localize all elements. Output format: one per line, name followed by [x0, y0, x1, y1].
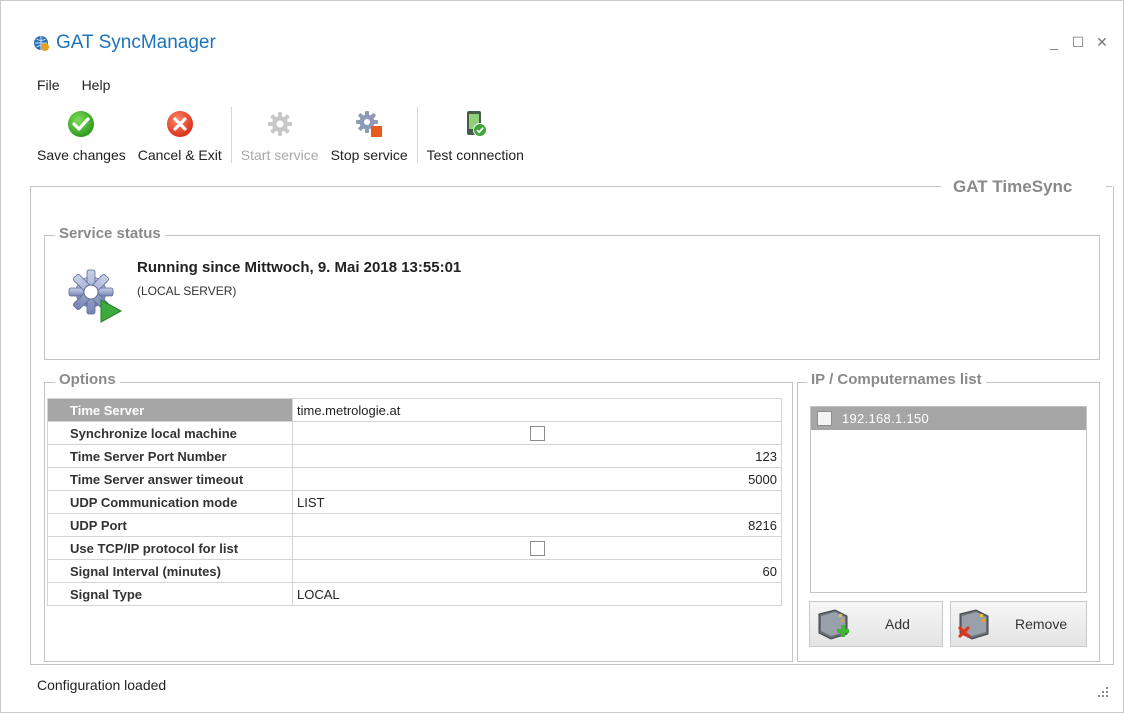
option-key: Signal Interval (minutes): [47, 559, 293, 583]
port-number-input[interactable]: 123: [292, 444, 782, 468]
option-key: Time Server Port Number: [47, 444, 293, 468]
option-key: Time Server: [47, 398, 293, 422]
window-controls: _ ☐ ✕: [1047, 34, 1109, 51]
ip-list-title: IP / Computernames list: [807, 371, 986, 388]
start-service-label: Start service: [240, 147, 319, 163]
udp-mode-select[interactable]: LIST: [292, 490, 782, 514]
options-title: Options: [55, 371, 120, 388]
service-status-text: Running since Mittwoch, 9. Mai 2018 13:5…: [137, 259, 462, 276]
service-mode-text: (LOCAL SERVER): [137, 284, 237, 298]
list-item-label: 192.168.1.150: [842, 411, 930, 426]
option-row-signal-interval[interactable]: Signal Interval (minutes) 60: [47, 559, 782, 583]
add-button[interactable]: Add: [809, 601, 943, 647]
title-bar[interactable]: GAT SyncManager _ ☐ ✕: [1, 1, 1123, 59]
save-changes-label: Save changes: [37, 147, 126, 163]
cancel-circle-icon: [166, 111, 193, 137]
check-circle-icon: [68, 111, 95, 137]
ip-listbox[interactable]: 192.168.1.150: [810, 406, 1087, 593]
test-connection-button[interactable]: Test connection: [421, 107, 530, 163]
udp-port-input[interactable]: 8216: [292, 513, 782, 537]
option-row-timeout[interactable]: Time Server answer timeout 5000: [47, 467, 782, 491]
main-group-title: GAT TimeSync: [951, 177, 1075, 197]
option-row-port[interactable]: Time Server Port Number 123: [47, 444, 782, 468]
toolbar-separator: [230, 107, 232, 163]
device-check-icon: [467, 111, 488, 137]
save-changes-button[interactable]: Save changes: [31, 107, 132, 163]
start-service-button[interactable]: Start service: [235, 107, 325, 163]
options-grid: Time Server time.metrologie.at Synchroni…: [47, 398, 782, 606]
option-key: Use TCP/IP protocol for list: [47, 536, 293, 560]
close-button[interactable]: ✕: [1095, 34, 1109, 51]
sync-globe-icon: [34, 36, 49, 51]
signal-interval-input[interactable]: 60: [292, 559, 782, 583]
option-row-time-server[interactable]: Time Server time.metrologie.at: [47, 398, 782, 422]
time-server-input[interactable]: time.metrologie.at: [292, 398, 782, 422]
main-group-border-left: [30, 186, 941, 187]
status-bar-text: Configuration loaded: [37, 677, 167, 693]
window-title: GAT SyncManager: [56, 32, 216, 53]
book-remove-icon: [958, 609, 989, 640]
stop-service-label: Stop service: [330, 147, 408, 163]
resize-grip-icon[interactable]: [1097, 686, 1109, 698]
sync-local-checkbox[interactable]: [529, 426, 545, 442]
option-key: Synchronize local machine: [47, 421, 293, 445]
timeout-input[interactable]: 5000: [292, 467, 782, 491]
cancel-exit-button[interactable]: Cancel & Exit: [132, 107, 228, 163]
main-group-border-right: [1106, 186, 1112, 187]
main-group-top-border: [30, 186, 1112, 187]
toolbar-separator: [416, 107, 418, 163]
remove-label: Remove: [1015, 616, 1068, 632]
minimize-button[interactable]: _: [1047, 34, 1061, 51]
tcp-cell: [292, 536, 782, 560]
option-key: UDP Port: [47, 513, 293, 537]
tcp-checkbox[interactable]: [529, 541, 545, 557]
menu-file[interactable]: File: [33, 75, 64, 95]
option-row-tcp[interactable]: Use TCP/IP protocol for list: [47, 536, 782, 560]
menu-help[interactable]: Help: [78, 75, 115, 95]
option-row-sync-local[interactable]: Synchronize local machine: [47, 421, 782, 445]
maximize-button[interactable]: ☐: [1071, 34, 1085, 51]
signal-type-select[interactable]: LOCAL: [292, 582, 782, 606]
app-window: GAT SyncManager _ ☐ ✕ File Help Save cha…: [0, 0, 1124, 713]
list-item-checkbox[interactable]: [817, 411, 832, 426]
list-item[interactable]: 192.168.1.150: [811, 407, 1086, 430]
add-label: Add: [885, 616, 910, 632]
option-key: UDP Communication mode: [47, 490, 293, 514]
option-row-udp-mode[interactable]: UDP Communication mode LIST: [47, 490, 782, 514]
sync-local-cell: [292, 421, 782, 445]
remove-button[interactable]: Remove: [950, 601, 1087, 647]
option-row-udp-port[interactable]: UDP Port 8216: [47, 513, 782, 537]
menu-bar: File Help: [33, 75, 114, 95]
cancel-exit-label: Cancel & Exit: [137, 147, 222, 163]
option-key: Signal Type: [47, 582, 293, 606]
option-key: Time Server answer timeout: [47, 467, 293, 491]
book-add-icon: [818, 609, 849, 640]
gear-icon: [267, 112, 292, 136]
test-connection-label: Test connection: [426, 147, 524, 163]
gear-play-icon: [68, 269, 123, 323]
service-status-title: Service status: [55, 225, 165, 242]
toolbar: Save changes Cancel & Exit Start service: [31, 107, 530, 167]
stop-service-button[interactable]: Stop service: [325, 107, 414, 163]
option-row-signal-type[interactable]: Signal Type LOCAL: [47, 582, 782, 606]
gear-stop-icon: [356, 111, 383, 137]
